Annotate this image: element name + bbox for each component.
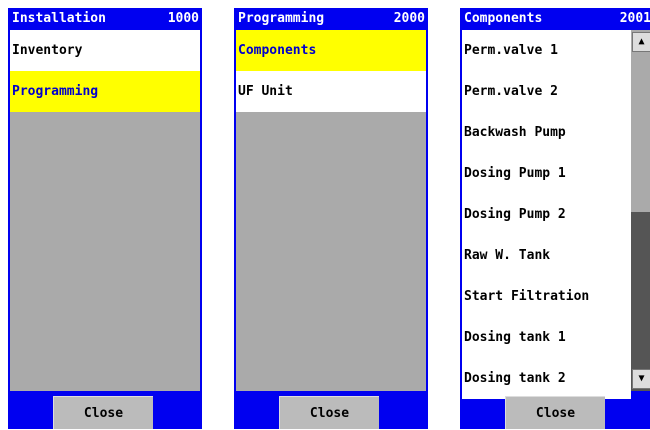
scrollbar-track[interactable] (631, 30, 650, 212)
list-item-start-filtration[interactable]: Start Filtration (462, 276, 631, 317)
panel-code: 2000 (393, 11, 425, 26)
list-item-dosing-pump-1[interactable]: Dosing Pump 1 (462, 153, 631, 194)
components-panel: Components 2001 Perm.valve 1 Perm.valve … (460, 8, 650, 429)
component-list: Perm.valve 1 Perm.valve 2 Backwash Pump … (462, 30, 631, 399)
list-item-perm-valve-2[interactable]: Perm.valve 2 (462, 71, 631, 112)
title-bar: Programming 2000 (234, 8, 428, 30)
close-button[interactable]: Close (279, 396, 379, 429)
menu-list: Inventory Programming (10, 30, 200, 391)
list-item-dosing-tank-1[interactable]: Dosing tank 1 (462, 317, 631, 358)
scroll-down-icon[interactable]: ▼ (632, 369, 650, 389)
vertical-scrollbar[interactable]: ▲ ▼ (631, 30, 650, 391)
panel-title: Components (464, 11, 543, 26)
panel-title: Programming (238, 11, 325, 26)
panel-code: 1000 (167, 11, 199, 26)
menu-item-programming[interactable]: Programming (10, 71, 200, 112)
panel-title: Installation (12, 11, 106, 26)
list-item-dosing-pump-2[interactable]: Dosing Pump 2 (462, 194, 631, 235)
list-item-perm-valve-1[interactable]: Perm.valve 1 (462, 30, 631, 71)
menu-item-inventory[interactable]: Inventory (10, 30, 200, 71)
list-item-dosing-tank-2[interactable]: Dosing tank 2 (462, 358, 631, 399)
list-item-raw-w-tank[interactable]: Raw W. Tank (462, 235, 631, 276)
menu-item-uf-unit[interactable]: UF Unit (236, 71, 426, 112)
installation-panel: Installation 1000 Inventory Programming … (8, 8, 202, 429)
panel-code: 2001 (619, 11, 650, 26)
title-bar: Installation 1000 (8, 8, 202, 30)
scroll-up-icon[interactable]: ▲ (632, 32, 650, 52)
menu-list: Components UF Unit (236, 30, 426, 391)
list-item-backwash-pump[interactable]: Backwash Pump (462, 112, 631, 153)
close-button[interactable]: Close (53, 396, 153, 429)
programming-panel: Programming 2000 Components UF Unit Clos… (234, 8, 428, 429)
menu-item-components[interactable]: Components (236, 30, 426, 71)
title-bar: Components 2001 (460, 8, 650, 30)
close-button[interactable]: Close (505, 396, 605, 429)
